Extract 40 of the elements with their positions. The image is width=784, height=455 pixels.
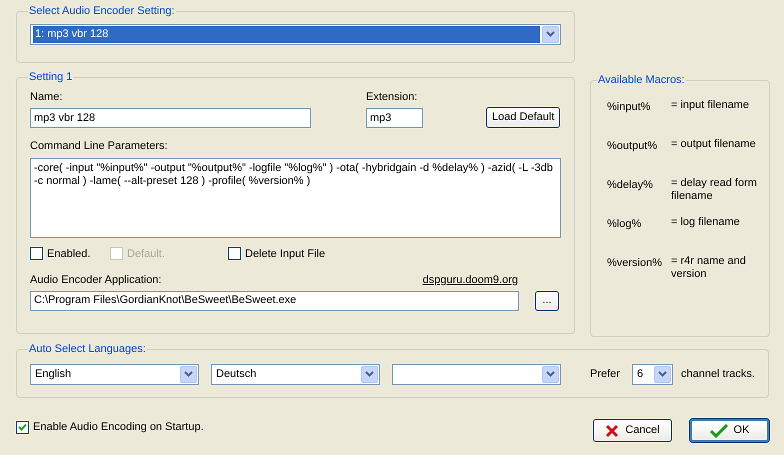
macro-name: %output%: [607, 138, 658, 154]
checkbox[interactable]: Enable Audio Encoding on Startup.: [16, 419, 204, 436]
input-field[interactable]: C:\Program Files\GordianKnot\BeSweet\BeSweet.exe: [30, 290, 519, 310]
prefer-label: Prefer: [590, 366, 620, 382]
macro-name: %version%: [607, 256, 664, 270]
group-title: Auto Select Languages:: [28, 342, 147, 357]
dropdown[interactable]: Deutsch: [211, 364, 380, 384]
macro-name: %log%: [607, 216, 642, 232]
group-title: Setting 1: [28, 70, 74, 85]
macro-description: = delay read form filename: [671, 176, 758, 204]
group-title: Select Audio Encoder Setting:: [28, 4, 176, 19]
load-default-button[interactable]: Load Default: [486, 106, 560, 128]
website-link[interactable]: dspguru.doom9.org: [422, 272, 518, 288]
field-label: Name:: [30, 90, 64, 104]
checkbox[interactable]: Delete Input File: [228, 246, 326, 262]
field-label: Command Line Parameters:: [30, 139, 169, 154]
cancel-button[interactable]: Cancel: [593, 419, 672, 442]
group-title: Available Macros:: [597, 73, 686, 88]
macro-description: = output filename: [671, 138, 757, 152]
field-label: Audio Encoder Application:: [30, 273, 162, 288]
input-field[interactable]: mp3 vbr 128: [30, 108, 311, 128]
cross-icon: [605, 424, 620, 438]
dropdown[interactable]: English: [30, 364, 199, 384]
channels-label: channel tracks.: [680, 366, 755, 382]
field-label: Extension:: [366, 90, 418, 104]
checkmark-icon: [18, 423, 27, 432]
text-area[interactable]: -core( -input "%input%" -output "%output%" -logfile "%log%" ) -ota( -hybridgain -d %delay% ) -azid( -L -3db -c normal ) -lame( --alt-preset 128 ) -profile( %version% ): [30, 158, 561, 238]
ok-button[interactable]: OK: [690, 419, 769, 442]
macro-name: %delay%: [607, 178, 654, 192]
checkmark-icon: [710, 424, 728, 438]
macro-description: = r4r name and version: [671, 254, 747, 282]
macro-name: %input%: [607, 100, 652, 114]
dropdown[interactable]: [392, 364, 561, 384]
macro-description: = log filename: [671, 216, 741, 230]
dropdown[interactable]: 6: [632, 364, 673, 384]
macro-description: = input filename: [671, 98, 750, 112]
dropdown[interactable]: 1: mp3 vbr 128: [30, 24, 561, 44]
checkbox[interactable]: Enabled.: [30, 246, 110, 262]
browse-button[interactable]: ...: [535, 290, 559, 310]
input-field[interactable]: mp3: [366, 108, 423, 128]
